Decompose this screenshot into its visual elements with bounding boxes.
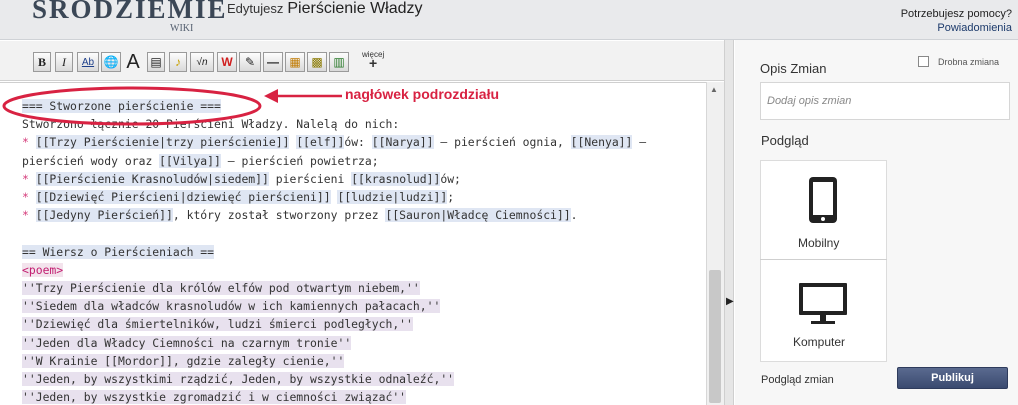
editor-line-segment: ów: <box>344 135 372 150</box>
editor-line-segment: * <box>22 171 36 186</box>
editor-line-segment: * <box>22 135 36 150</box>
math-button[interactable]: √n <box>190 52 214 72</box>
editor-line-segment: [[krasnolud]] <box>351 171 441 186</box>
editor-line[interactable]: ''Jeden dla Władcy Ciemności na czarnym … <box>22 335 352 351</box>
editor-line-segment: ''Jeden, by wszystkie zgromadzić i w cie… <box>22 390 407 405</box>
editor-line[interactable]: == Wiersz o Pierścieniach == <box>22 244 215 260</box>
summary-input[interactable]: Dodaj opis zmian <box>760 82 1010 120</box>
headline-button[interactable]: A <box>122 51 144 73</box>
phone-icon <box>809 177 837 223</box>
italic-button[interactable]: I <box>55 52 73 72</box>
editor-line[interactable]: ''Siedem dla władców krasnoludów w ich k… <box>22 298 441 314</box>
bold-button[interactable]: B <box>33 52 51 72</box>
image-button[interactable]: ▤ <box>147 52 165 72</box>
editor-line-segment: , który został stworzony przez <box>172 208 386 223</box>
editor-line-segment: [[Sauron|Władcę Ciemności]] <box>385 208 571 223</box>
table-button[interactable]: ▥ <box>329 52 349 72</box>
editor-scrollbar-thumb[interactable] <box>709 270 721 403</box>
edit-prefix: Edytujesz <box>227 1 284 16</box>
monitor-icon <box>799 283 847 324</box>
editor-line-segment: <poem> <box>22 262 64 277</box>
editor-line-segment: ''Dziewięć dla śmiertelników, ludzi śmie… <box>22 317 413 332</box>
editor-toolbar: B I Ab 🌐 A ▤ ♪ √n W ✎ — ▦ ▩ ▥ więcej + <box>0 41 724 81</box>
editor-line-segment: [[Nenya]] <box>570 135 633 150</box>
editor-line-segment: ''Jeden dla Władcy Ciemności na czarnym … <box>22 335 352 350</box>
internal-link-button[interactable]: Ab <box>77 52 99 72</box>
annotation-arrow <box>264 89 342 103</box>
editor-line[interactable]: ''W Krainie [[Mordor]], gdzie zaległy ci… <box>22 353 345 369</box>
editor-line[interactable]: pierścień wody oraz [[Vilya]] – pierście… <box>22 153 379 169</box>
publish-button[interactable]: Publikuj <box>897 367 1008 389</box>
plus-icon: + <box>369 55 378 71</box>
mobile-preview-button[interactable]: Mobilny <box>761 161 886 258</box>
site-header: ŚRÓDZIEMIE WIKI Edytujesz Pierścienie Wła… <box>0 0 1018 40</box>
editor-line-segment: pierścień wody oraz <box>22 153 160 168</box>
minor-edit-checkbox[interactable]: Drobna zmiana <box>918 56 999 67</box>
editor-line-segment: [[Narya]] <box>371 135 434 150</box>
annotation-ellipse <box>2 86 262 126</box>
editor-line-segment: – <box>632 135 647 150</box>
site-logo-sub: WIKI <box>170 23 194 34</box>
editor-line-segment: ''Jeden, by wszystkimi rządzić, Jeden, b… <box>22 372 455 386</box>
editor-line-segment: == Wiersz o Pierścieniach == <box>22 244 215 259</box>
site-logo[interactable]: ŚRÓDZIEMIE <box>32 0 228 25</box>
editor-line[interactable]: ''Jeden, by wszystkimi rządzić, Jeden, b… <box>22 371 455 387</box>
help-area: Potrzebujesz pomocy? Powiadomienia <box>901 7 1012 35</box>
panel-divider[interactable] <box>724 40 734 405</box>
editor-line[interactable]: ''Trzy Pierścienie dla królów elfów pod … <box>22 280 420 296</box>
editor-line-segment: pierścieni <box>268 171 352 186</box>
editor-line-segment: ; <box>447 190 455 204</box>
minor-edit-label: Drobna zmiana <box>938 56 1000 67</box>
editor-line-segment: * <box>22 208 36 223</box>
collapse-arrow-icon[interactable]: ▶ <box>726 296 734 307</box>
editor-line-segment: * <box>22 190 36 204</box>
editor-line[interactable]: * [[Dziewięć Pierścieni|dziewięć pierści… <box>22 189 454 205</box>
editor-line-segment: ''W Krainie [[Mordor]], gdzie zaległy ci… <box>22 353 345 368</box>
notifications-link[interactable]: Powiadomienia <box>901 21 1012 35</box>
annotation-label: nagłówek podrozdziału <box>345 86 500 102</box>
editor-line[interactable]: * [[Jedyny Pierścień]], który został stw… <box>22 207 578 223</box>
editor-line-segment: – pierścień ognia, <box>433 135 571 150</box>
editor-line-segment: [[ludzie|ludzi]] <box>337 190 448 204</box>
editor-line-segment: ów; <box>440 171 461 186</box>
editor-line[interactable]: <poem> <box>22 262 64 278</box>
editor-line-segment: [[Trzy Pierścienie|trzy pierścienie]] <box>35 135 290 150</box>
external-link-button[interactable]: 🌐 <box>101 52 121 72</box>
editor-line-segment: ''Trzy Pierścienie dla królów elfów pod … <box>22 281 420 295</box>
preview-label: Podgląd <box>761 133 809 148</box>
editor-line-segment: [[Vilya]] <box>159 153 221 168</box>
scroll-up-icon[interactable]: ▲ <box>710 85 718 94</box>
checkbox-icon[interactable] <box>918 56 929 67</box>
nowiki-button[interactable]: W <box>217 52 237 72</box>
template-button[interactable]: ▩ <box>307 52 327 72</box>
more-tools-button[interactable]: więcej + <box>362 50 384 71</box>
help-question[interactable]: Potrzebujesz pomocy? <box>901 7 1012 21</box>
editor-line-segment: [[elf]] <box>296 135 345 150</box>
mobile-label: Mobilny <box>798 236 840 250</box>
editor-line[interactable]: * [[Trzy Pierścienie|trzy pierścienie]] … <box>22 134 646 150</box>
editor-line-segment: [[Dziewięć Pierścieni|dziewięć pierścien… <box>35 190 331 204</box>
summary-label: Opis Zmian <box>760 61 827 76</box>
editor-line-segment: [[Jedyny Pierścień]] <box>35 208 173 223</box>
editor-line-segment: – pierścień powietrza; <box>220 153 379 168</box>
gallery-button[interactable]: ▦ <box>285 52 305 72</box>
editor-line[interactable]: * [[Pierścienie Krasnoludów|siedem]] pie… <box>22 171 461 187</box>
edit-title: Edytujesz Pierścienie Władzy <box>227 0 423 18</box>
signature-button[interactable]: ✎ <box>239 52 261 72</box>
preview-changes-link[interactable]: Podgląd zmian <box>761 374 834 386</box>
editor-line-segment: ''Siedem dla władców krasnoludów w ich k… <box>22 299 441 314</box>
wikitext-editor[interactable]: === Stworzone pierścienie === Stworzono ł… <box>0 82 706 405</box>
editor-line[interactable]: ''Dziewięć dla śmiertelników, ludzi śmie… <box>22 316 413 332</box>
editor-line[interactable]: ''Jeden, by wszystkie zgromadzić i w cie… <box>22 389 407 405</box>
horizontal-line-button[interactable]: — <box>263 52 283 72</box>
editor-line-segment: . <box>570 208 578 223</box>
media-button[interactable]: ♪ <box>169 52 187 72</box>
editor-line-segment: [[Pierścienie Krasnoludów|siedem]] <box>35 171 269 186</box>
desktop-label: Komputer <box>793 335 846 349</box>
page-title: Pierścienie Władzy <box>287 0 423 17</box>
desktop-preview-button[interactable]: Komputer <box>761 260 886 361</box>
